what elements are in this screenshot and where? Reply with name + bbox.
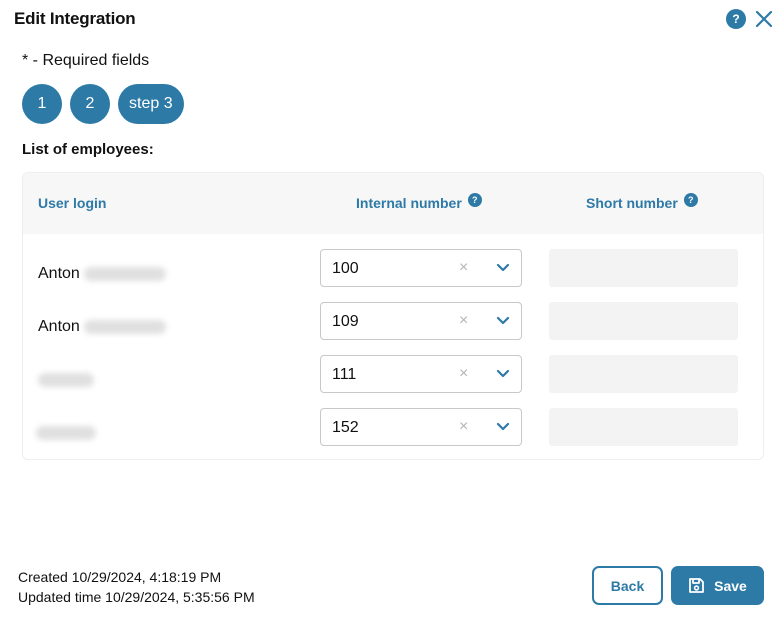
employees-list-title: List of employees:	[22, 141, 154, 158]
close-button[interactable]	[753, 8, 775, 30]
clear-icon[interactable]: ×	[459, 418, 468, 436]
chevron-down-icon[interactable]	[496, 369, 510, 379]
short-number-field[interactable]	[549, 249, 738, 287]
back-button[interactable]: Back	[592, 566, 663, 605]
clear-icon[interactable]: ×	[459, 312, 468, 330]
table-row: Anton 109 ×	[23, 302, 763, 355]
redacted-text	[38, 373, 94, 387]
redacted-text	[83, 267, 166, 281]
table-row: 111 ×	[23, 355, 763, 408]
table-header: User login Internal number ? Short numbe…	[23, 173, 763, 234]
clear-icon[interactable]: ×	[459, 259, 468, 277]
floppy-disk-icon	[689, 578, 705, 593]
short-number-field[interactable]	[549, 408, 738, 446]
internal-number-select[interactable]: 100 ×	[320, 249, 522, 287]
question-icon[interactable]: ?	[467, 193, 482, 207]
user-login-cell: Anton	[38, 318, 166, 336]
dialog-header: Edit Integration ?	[14, 8, 775, 30]
redacted-text	[83, 320, 166, 334]
question-icon: ?	[732, 12, 740, 26]
table-row: 152 ×	[23, 408, 763, 459]
short-number-field[interactable]	[549, 302, 738, 340]
user-login-cell	[36, 424, 96, 440]
step-3-button[interactable]: step 3	[118, 84, 184, 124]
back-button-label: Back	[610, 577, 645, 594]
save-button-label: Save	[714, 577, 747, 594]
required-fields-note: * - Required fields	[22, 52, 150, 69]
step-2-button[interactable]: 2	[70, 84, 110, 124]
updated-timestamp: Updated time 10/29/2024, 5:35:56 PM	[18, 589, 255, 605]
table-row: Anton 100 ×	[23, 249, 763, 302]
internal-number-select[interactable]: 111 ×	[320, 355, 522, 393]
user-login-cell: Anton	[38, 265, 166, 283]
record-timestamps: Created 10/29/2024, 4:18:19 PM Updated t…	[18, 567, 255, 607]
help-button[interactable]: ?	[726, 9, 746, 29]
column-header-user-login: User login	[38, 195, 107, 211]
chevron-down-icon[interactable]	[496, 422, 510, 432]
column-header-short-number: Short number ?	[586, 193, 698, 211]
redacted-text	[36, 426, 96, 440]
question-icon[interactable]: ?	[683, 193, 698, 207]
short-number-field[interactable]	[549, 355, 738, 393]
chevron-down-icon[interactable]	[496, 316, 510, 326]
internal-number-select[interactable]: 109 ×	[320, 302, 522, 340]
clear-icon[interactable]: ×	[459, 365, 468, 383]
step-1-button[interactable]: 1	[22, 84, 62, 124]
column-header-internal-number: Internal number ?	[356, 193, 482, 211]
chevron-down-icon[interactable]	[496, 263, 510, 273]
step-indicator: 1 2 step 3	[22, 84, 184, 124]
close-icon	[755, 10, 773, 28]
created-timestamp: Created 10/29/2024, 4:18:19 PM	[18, 569, 222, 585]
dialog-title: Edit Integration	[14, 9, 136, 28]
save-button[interactable]: Save	[671, 566, 764, 605]
employees-table: User login Internal number ? Short numbe…	[22, 172, 764, 460]
user-login-cell	[38, 371, 94, 387]
internal-number-select[interactable]: 152 ×	[320, 408, 522, 446]
